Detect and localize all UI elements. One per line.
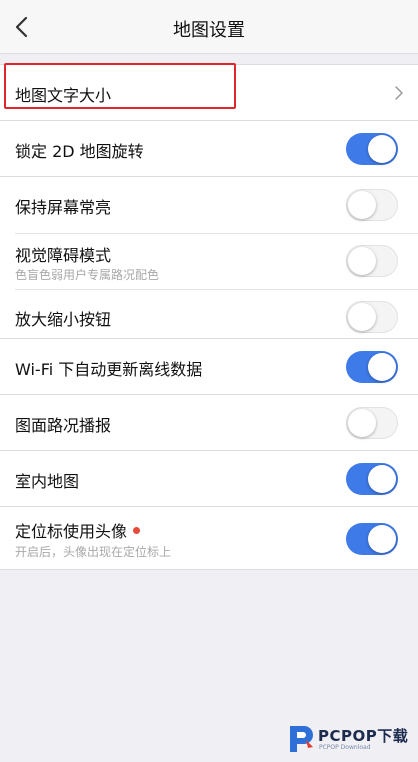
visual-impairment-mode-toggle[interactable] xyxy=(346,245,398,277)
toggle-knob xyxy=(348,303,376,331)
visual-impairment-mode-row: 视觉障碍模式 色盲色弱用户专属路况配色 xyxy=(0,233,418,289)
lock-2d-rotation-row: 锁定 2D 地图旋转 xyxy=(0,121,418,177)
settings-group-rotation: 锁定 2D 地图旋转 xyxy=(0,120,418,178)
settings-group-avatar: 定位标使用头像 开启后，头像出现在定位标上 xyxy=(0,506,418,570)
keep-screen-on-row: 保持屏幕常亮 xyxy=(0,177,418,233)
chevron-right-icon xyxy=(395,86,403,100)
keep-screen-on-toggle[interactable] xyxy=(346,189,398,221)
row-label: 保持屏幕常亮 xyxy=(15,198,112,217)
navigation-bar: 地图设置 xyxy=(0,0,418,54)
pcpop-logo-icon xyxy=(290,726,313,752)
row-label: 放大缩小按钮 xyxy=(15,310,112,329)
row-sublabel: 色盲色弱用户专属路况配色 xyxy=(15,268,160,282)
toggle-knob xyxy=(348,247,376,275)
lock-2d-rotation-toggle[interactable] xyxy=(346,133,398,165)
row-sublabel: 开启后，头像出现在定位标上 xyxy=(15,545,172,559)
row-label-wrap: 定位标使用头像 xyxy=(15,518,141,542)
indoor-map-row: 室内地图 xyxy=(0,451,418,507)
indoor-map-toggle[interactable] xyxy=(346,463,398,495)
zoom-buttons-row: 放大缩小按钮 xyxy=(0,289,418,345)
row-label: Wi-Fi 下自动更新离线数据 xyxy=(15,360,203,379)
page-title: 地图设置 xyxy=(173,20,245,41)
settings-group-display: 保持屏幕常亮 视觉障碍模式 色盲色弱用户专属路况配色 放大缩小按钮 xyxy=(0,176,418,346)
settings-group-traffic: 图面路况播报 xyxy=(0,394,418,452)
wifi-auto-update-row: Wi-Fi 下自动更新离线数据 xyxy=(0,339,418,395)
settings-group-offline: Wi-Fi 下自动更新离线数据 xyxy=(0,338,418,396)
new-badge-dot xyxy=(133,527,141,534)
highlight-annotation xyxy=(4,63,236,109)
pcpop-watermark-logo: PCPOP下载 PCPOP Download xyxy=(286,722,416,756)
row-label: 定位标使用头像 xyxy=(15,522,128,541)
row-label: 室内地图 xyxy=(15,472,80,491)
zoom-buttons-toggle[interactable] xyxy=(346,301,398,333)
row-label: 图面路况播报 xyxy=(15,416,112,435)
traffic-broadcast-row: 图面路况播报 xyxy=(0,395,418,451)
row-label: 视觉障碍模式 xyxy=(15,246,112,265)
traffic-broadcast-toggle[interactable] xyxy=(346,407,398,439)
avatar-location-marker-row: 定位标使用头像 开启后，头像出现在定位标上 xyxy=(0,507,418,569)
wifi-auto-update-toggle[interactable] xyxy=(346,351,398,383)
toggle-knob xyxy=(348,191,376,219)
watermark-name: PCPOP下载 xyxy=(318,727,409,745)
toggle-knob xyxy=(368,353,396,381)
toggle-knob xyxy=(348,409,376,437)
toggle-knob xyxy=(368,135,396,163)
toggle-knob xyxy=(368,525,396,553)
settings-group-indoor: 室内地图 xyxy=(0,450,418,508)
watermark-sub: PCPOP Download xyxy=(319,744,371,751)
toggle-knob xyxy=(368,465,396,493)
row-label: 锁定 2D 地图旋转 xyxy=(15,142,144,161)
avatar-location-marker-toggle[interactable] xyxy=(346,523,398,555)
